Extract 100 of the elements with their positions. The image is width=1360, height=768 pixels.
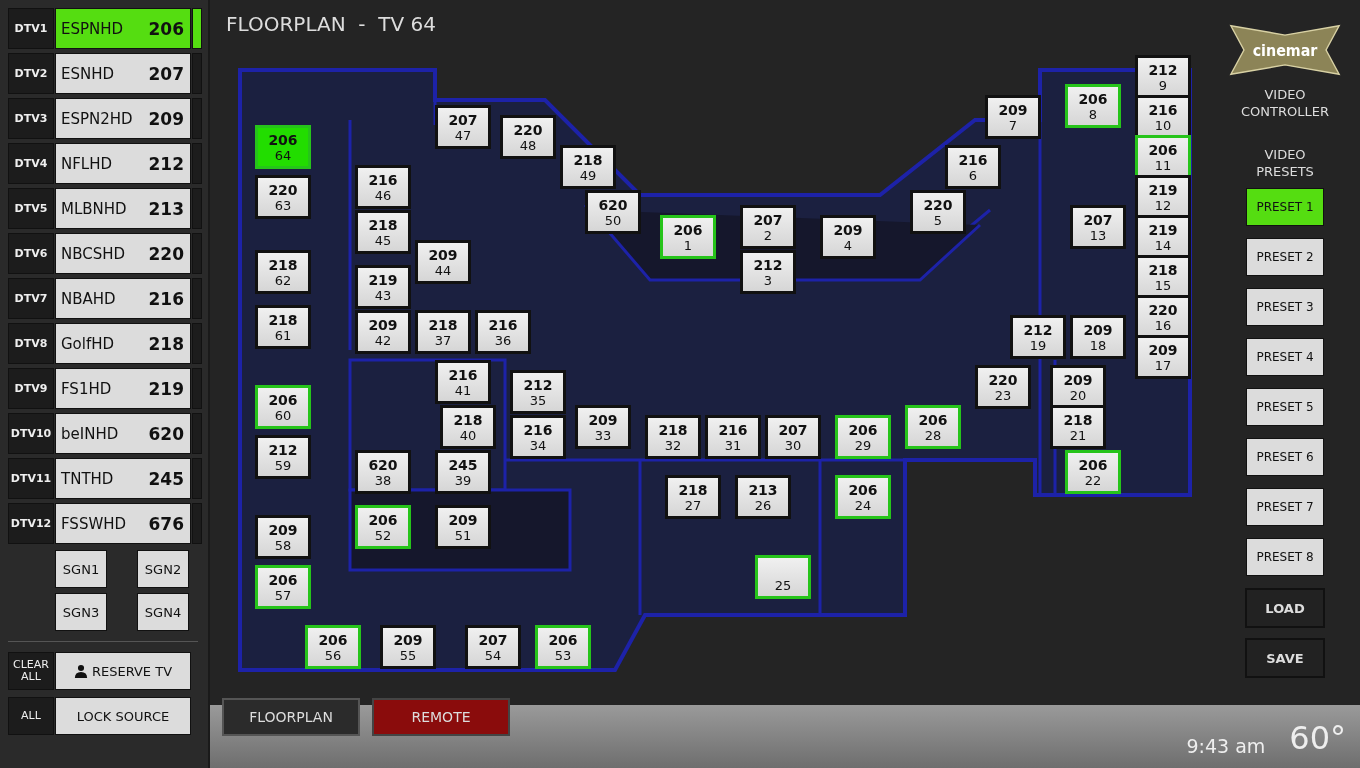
preset-action-button[interactable]: LOAD bbox=[1245, 588, 1325, 628]
source-button[interactable]: TNTHD 245 bbox=[55, 458, 191, 499]
source-button[interactable]: ESNHD 207 bbox=[55, 53, 191, 94]
tv-tile[interactable]: 218 27 bbox=[665, 475, 721, 519]
source-label: DTV12 bbox=[8, 503, 54, 544]
tv-tile[interactable]: 206 57 bbox=[255, 565, 311, 609]
source-button[interactable]: MLBNHD 213 bbox=[55, 188, 191, 229]
tv-tile[interactable]: 25 bbox=[755, 555, 811, 599]
tv-tile[interactable]: 219 43 bbox=[355, 265, 411, 309]
tv-tile[interactable]: 220 63 bbox=[255, 175, 311, 219]
tv-tile[interactable]: 207 30 bbox=[765, 415, 821, 459]
tv-tile[interactable]: 209 7 bbox=[985, 95, 1041, 139]
action-label[interactable]: CLEAR ALL bbox=[8, 652, 54, 690]
tv-tile[interactable]: 216 34 bbox=[510, 415, 566, 459]
tv-tile[interactable]: 218 40 bbox=[440, 405, 496, 449]
tv-tile[interactable]: 212 19 bbox=[1010, 315, 1066, 359]
presets-title: VIDEO PRESETS bbox=[1255, 146, 1315, 180]
tv-tile[interactable]: 209 33 bbox=[575, 405, 631, 449]
tv-tile[interactable]: 206 8 bbox=[1065, 84, 1121, 128]
tv-tile[interactable]: 209 4 bbox=[820, 215, 876, 259]
source-button[interactable]: NFLHD 212 bbox=[55, 143, 191, 184]
tv-tile[interactable]: 620 50 bbox=[585, 190, 641, 234]
source-button[interactable]: NBCSHD 220 bbox=[55, 233, 191, 274]
tv-tile[interactable]: 206 22 bbox=[1065, 450, 1121, 494]
tv-tile[interactable]: 206 28 bbox=[905, 405, 961, 449]
tv-tile[interactable]: 216 6 bbox=[945, 145, 1001, 189]
tv-tile[interactable]: 206 64 bbox=[255, 125, 311, 169]
preset-button[interactable]: PRESET 3 bbox=[1246, 288, 1324, 326]
tv-tile[interactable]: 209 58 bbox=[255, 515, 311, 559]
tv-tile[interactable]: 207 13 bbox=[1070, 205, 1126, 249]
source-label: DTV1 bbox=[8, 8, 54, 49]
signage-button[interactable]: SGN3 bbox=[55, 593, 107, 631]
tv-tile[interactable]: 212 59 bbox=[255, 435, 311, 479]
tv-tile[interactable]: 209 18 bbox=[1070, 315, 1126, 359]
tv-tile[interactable]: 218 45 bbox=[355, 210, 411, 254]
preset-action-button[interactable]: SAVE bbox=[1245, 638, 1325, 678]
source-button[interactable]: NBAHD 216 bbox=[55, 278, 191, 319]
person-icon bbox=[73, 664, 88, 678]
source-button[interactable]: beINHD 620 bbox=[55, 413, 191, 454]
tv-tile[interactable]: 207 54 bbox=[465, 625, 521, 669]
tv-tile[interactable]: 207 47 bbox=[435, 105, 491, 149]
preset-button[interactable]: PRESET 7 bbox=[1246, 488, 1324, 526]
tv-tile[interactable]: 620 38 bbox=[355, 450, 411, 494]
preset-button[interactable]: PRESET 2 bbox=[1246, 238, 1324, 276]
tv-tile[interactable]: 206 60 bbox=[255, 385, 311, 429]
tv-tile[interactable]: 206 52 bbox=[355, 505, 411, 549]
logo: cinemar bbox=[1229, 22, 1341, 78]
tv-tile[interactable]: 245 39 bbox=[435, 450, 491, 494]
source-label: DTV4 bbox=[8, 143, 54, 184]
tv-tile[interactable]: 209 17 bbox=[1135, 335, 1191, 379]
preset-button[interactable]: PRESET 8 bbox=[1246, 538, 1324, 576]
action-button[interactable]: RESERVE TV bbox=[55, 652, 191, 690]
source-label: DTV6 bbox=[8, 233, 54, 274]
tv-tile[interactable]: 216 46 bbox=[355, 165, 411, 209]
tv-tile[interactable]: 206 56 bbox=[305, 625, 361, 669]
preset-button[interactable]: PRESET 1 bbox=[1246, 188, 1324, 226]
source-label: DTV3 bbox=[8, 98, 54, 139]
preset-button[interactable]: PRESET 5 bbox=[1246, 388, 1324, 426]
source-button[interactable]: ESPN2HD 209 bbox=[55, 98, 191, 139]
tv-tile[interactable]: 209 44 bbox=[415, 240, 471, 284]
tv-tile[interactable]: 209 51 bbox=[435, 505, 491, 549]
tv-tile[interactable]: 218 37 bbox=[415, 310, 471, 354]
tv-tile[interactable]: 218 61 bbox=[255, 305, 311, 349]
controller-label: VIDEO CONTROLLER bbox=[1240, 86, 1330, 120]
tv-tile[interactable]: 209 42 bbox=[355, 310, 411, 354]
tv-tile[interactable]: 218 49 bbox=[560, 145, 616, 189]
tv-tile[interactable]: 209 55 bbox=[380, 625, 436, 669]
tv-tile[interactable]: 218 62 bbox=[255, 250, 311, 294]
source-button[interactable]: FS1HD 219 bbox=[55, 368, 191, 409]
tv-tile[interactable]: 207 2 bbox=[740, 205, 796, 249]
tv-tile[interactable]: 206 29 bbox=[835, 415, 891, 459]
clock-time: 9:43 am bbox=[1186, 735, 1266, 757]
tv-tile[interactable]: 220 5 bbox=[910, 190, 966, 234]
signage-button[interactable]: SGN4 bbox=[137, 593, 189, 631]
action-label[interactable]: ALL bbox=[8, 697, 54, 735]
tv-tile[interactable]: 216 31 bbox=[705, 415, 761, 459]
view-tab[interactable]: FLOORPLAN bbox=[222, 698, 360, 736]
source-button[interactable]: ESPNHD 206 bbox=[55, 8, 191, 49]
signage-button[interactable]: SGN2 bbox=[137, 550, 189, 588]
tv-tile[interactable]: 216 41 bbox=[435, 360, 491, 404]
source-label: DTV2 bbox=[8, 53, 54, 94]
action-button[interactable]: LOCK SOURCE bbox=[55, 697, 191, 735]
tv-tile[interactable]: 212 35 bbox=[510, 370, 566, 414]
view-tab[interactable]: REMOTE bbox=[372, 698, 510, 736]
source-label: DTV7 bbox=[8, 278, 54, 319]
tv-tile[interactable]: 218 32 bbox=[645, 415, 701, 459]
tv-tile[interactable]: 220 48 bbox=[500, 115, 556, 159]
tv-tile[interactable]: 220 23 bbox=[975, 365, 1031, 409]
tv-tile[interactable]: 216 36 bbox=[475, 310, 531, 354]
tv-tile[interactable]: 218 21 bbox=[1050, 405, 1106, 449]
tv-tile[interactable]: 206 1 bbox=[660, 215, 716, 259]
source-button[interactable]: GolfHD 218 bbox=[55, 323, 191, 364]
tv-tile[interactable]: 212 3 bbox=[740, 250, 796, 294]
tv-tile[interactable]: 213 26 bbox=[735, 475, 791, 519]
signage-button[interactable]: SGN1 bbox=[55, 550, 107, 588]
tv-tile[interactable]: 206 53 bbox=[535, 625, 591, 669]
tv-tile[interactable]: 206 24 bbox=[835, 475, 891, 519]
preset-button[interactable]: PRESET 6 bbox=[1246, 438, 1324, 476]
preset-button[interactable]: PRESET 4 bbox=[1246, 338, 1324, 376]
source-button[interactable]: FSSWHD 676 bbox=[55, 503, 191, 544]
